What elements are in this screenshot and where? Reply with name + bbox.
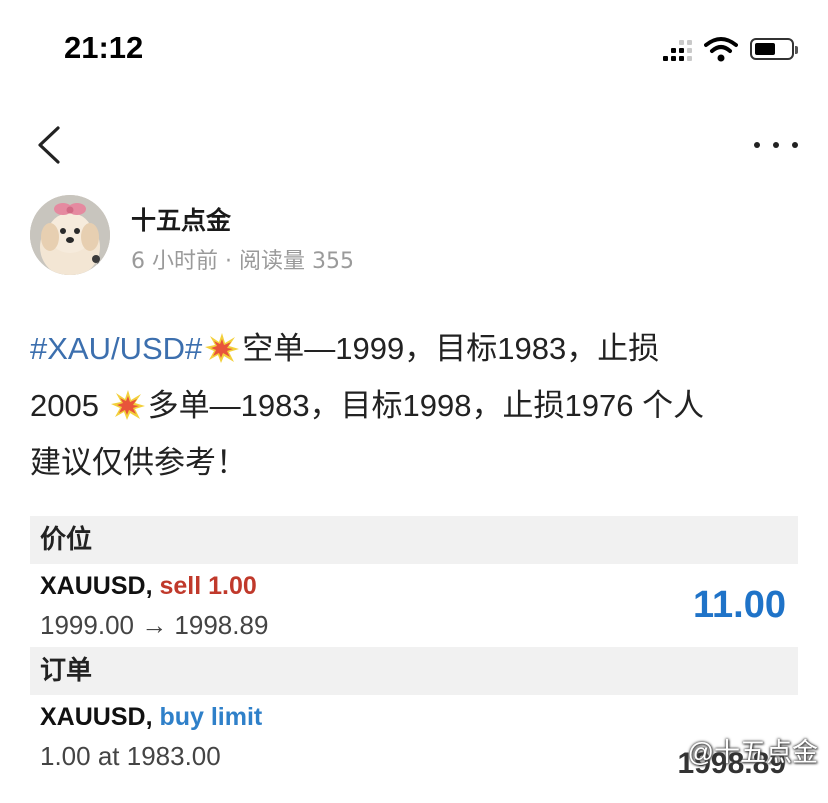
- collision-emoji-icon: [110, 390, 145, 420]
- cellular-signal-icon: [663, 37, 692, 61]
- battery-icon: [750, 38, 798, 60]
- order-row: XAUUSD, buy limit 1.00 at 1983.00 1998.8…: [30, 695, 798, 780]
- more-dot: [773, 142, 779, 148]
- position-prices: 1999.00 → 1998.89: [40, 610, 269, 640]
- position-row: XAUUSD, sell 1.00 1999.00 → 1998.89 11.0…: [30, 564, 798, 647]
- position-symbol: XAUUSD, sell 1.00: [40, 572, 257, 601]
- chevron-left-icon: [38, 126, 60, 164]
- nav-bar: [0, 110, 828, 180]
- position-action: sell 1.00: [159, 572, 257, 600]
- status-time: 21:12: [64, 30, 144, 65]
- positions-header: 价位: [30, 516, 798, 564]
- orders-header: 订单: [30, 647, 798, 695]
- trade-screenshot-card[interactable]: 价位 XAUUSD, sell 1.00 1999.00 → 1998.89 1…: [30, 516, 798, 780]
- post-line-2: 2005 多单—1983，目标1998，止损1976 个人: [30, 377, 800, 434]
- order-action: buy limit: [159, 703, 263, 731]
- status-icons: [663, 36, 798, 62]
- status-bar: 21:12: [0, 0, 828, 96]
- post-line-3: 建议仅供参考！: [30, 445, 247, 480]
- post-body: #XAU/USD# 空单—1999，目标1983，止损 2005 多单—1983…: [30, 320, 800, 491]
- position-symbol-text: XAUUSD,: [40, 572, 153, 600]
- dog-avatar-image: [30, 195, 110, 275]
- hashtag-link[interactable]: #XAU/USD#: [30, 331, 202, 366]
- order-detail: 1.00 at 1983.00: [40, 741, 221, 771]
- watermark: @十五点金: [687, 737, 818, 767]
- author-header: 十五点金 6 小时前 · 阅读量 355: [30, 195, 800, 277]
- collision-emoji-icon: [205, 333, 240, 363]
- post-line-1: #XAU/USD# 空单—1999，目标1983，止损: [30, 320, 800, 377]
- post-detail-screen: 21:12 十五点金 6 小时前 · 阅读量 355 #XAU/USD# 空单—…: [0, 0, 828, 803]
- more-dot: [792, 142, 798, 148]
- author-name[interactable]: 十五点金: [131, 201, 231, 237]
- post-meta: 6 小时前 · 阅读量 355: [131, 249, 354, 274]
- post-text-long: 多单—1983，目标1998，止损1976 个人: [147, 388, 705, 423]
- wifi-icon: [704, 37, 738, 62]
- author-avatar[interactable]: [30, 195, 110, 275]
- position-profit: 11.00: [693, 584, 786, 626]
- order-symbol: XAUUSD, buy limit: [40, 703, 262, 732]
- order-symbol-text: XAUUSD,: [40, 703, 153, 731]
- more-options-button[interactable]: [754, 130, 798, 160]
- post-text-stoploss: 2005: [30, 388, 99, 423]
- more-dot: [754, 142, 760, 148]
- post-text-short: 空单—1999，目标1983，止损: [242, 331, 660, 366]
- back-button[interactable]: [28, 120, 76, 170]
